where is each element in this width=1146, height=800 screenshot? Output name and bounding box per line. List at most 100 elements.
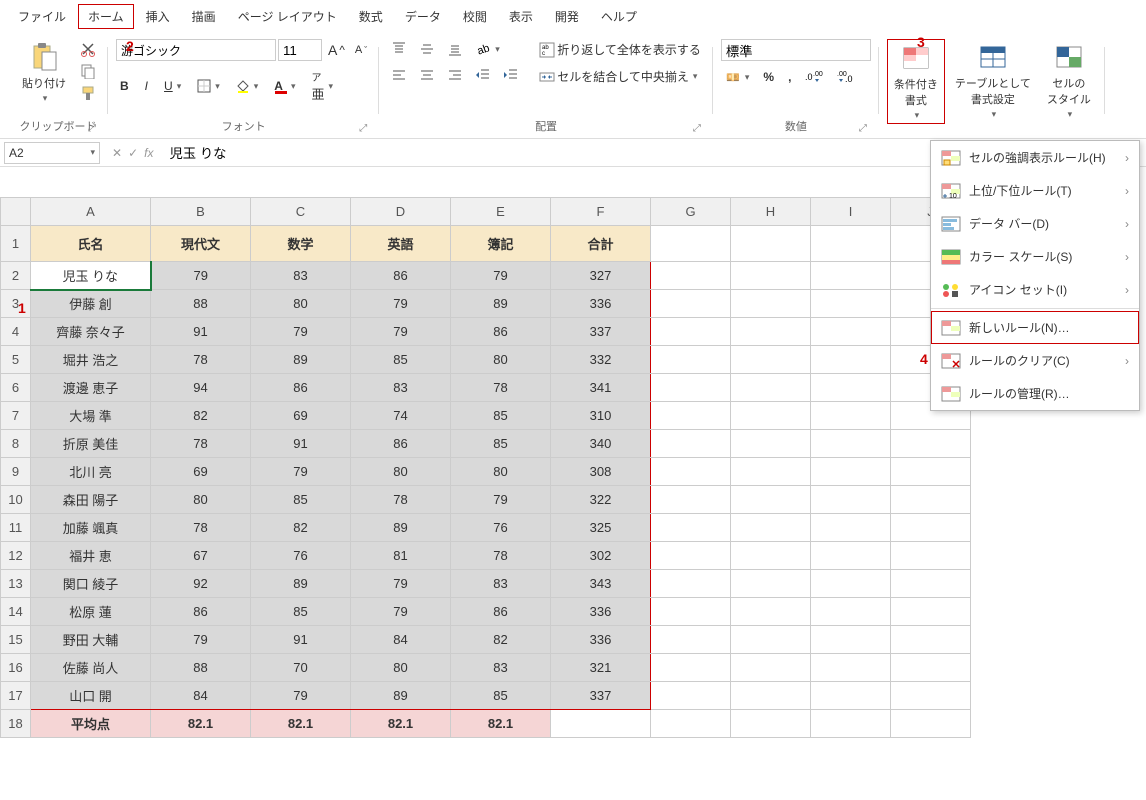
cell[interactable]: 北川 亮 bbox=[31, 458, 151, 486]
align-right-button[interactable] bbox=[443, 65, 467, 85]
row-header-2[interactable]: 2 bbox=[1, 262, 31, 290]
font-name-combo[interactable] bbox=[116, 39, 276, 61]
menu-item-clear[interactable]: ルールのクリア(C)› bbox=[931, 344, 1139, 377]
cell[interactable]: 79 bbox=[351, 290, 451, 318]
cell[interactable]: 91 bbox=[151, 318, 251, 346]
percent-button[interactable]: % bbox=[759, 68, 778, 86]
cell[interactable]: 85 bbox=[251, 486, 351, 514]
row-header-3[interactable]: 3 bbox=[1, 290, 31, 318]
row-header-18[interactable]: 18 bbox=[1, 710, 31, 738]
merge-center-button[interactable]: セルを結合して中央揃え▾ bbox=[535, 66, 705, 87]
cell[interactable]: 82 bbox=[251, 514, 351, 542]
row-header-5[interactable]: 5 bbox=[1, 346, 31, 374]
menu-ヘルプ[interactable]: ヘルプ bbox=[591, 4, 647, 29]
cell[interactable]: 308 bbox=[551, 458, 651, 486]
cell[interactable]: 89 bbox=[251, 570, 351, 598]
wrap-text-button[interactable]: abc 折り返して全体を表示する bbox=[535, 39, 705, 60]
cell[interactable]: 302 bbox=[551, 542, 651, 570]
menu-挿入[interactable]: 挿入 bbox=[136, 4, 180, 29]
fx-icon[interactable]: fx bbox=[144, 146, 153, 160]
italic-button[interactable]: I bbox=[141, 77, 152, 95]
cell[interactable]: 340 bbox=[551, 430, 651, 458]
row-header-17[interactable]: 17 bbox=[1, 682, 31, 710]
cell[interactable]: 85 bbox=[451, 430, 551, 458]
cell[interactable]: 大場 準 bbox=[31, 402, 151, 430]
avg-cell[interactable]: 平均点 bbox=[31, 710, 151, 738]
row-header-8[interactable]: 8 bbox=[1, 430, 31, 458]
cell[interactable]: 80 bbox=[451, 458, 551, 486]
cell[interactable]: 79 bbox=[451, 262, 551, 290]
col-header-B[interactable]: B bbox=[151, 198, 251, 226]
cell[interactable]: 85 bbox=[451, 682, 551, 710]
cell[interactable]: 79 bbox=[251, 318, 351, 346]
col-header-F[interactable]: F bbox=[551, 198, 651, 226]
cell[interactable]: 86 bbox=[351, 430, 451, 458]
cell[interactable]: 321 bbox=[551, 654, 651, 682]
cell[interactable]: 82 bbox=[451, 626, 551, 654]
table-header-cell[interactable]: 数学 bbox=[251, 226, 351, 262]
avg-cell[interactable]: 82.1 bbox=[151, 710, 251, 738]
avg-cell[interactable]: 82.1 bbox=[351, 710, 451, 738]
cell[interactable]: 89 bbox=[451, 290, 551, 318]
decrease-indent-button[interactable] bbox=[471, 65, 495, 85]
cell[interactable]: 齊藤 奈々子 bbox=[31, 318, 151, 346]
menu-データ[interactable]: データ bbox=[395, 4, 451, 29]
cell[interactable]: 343 bbox=[551, 570, 651, 598]
col-header-D[interactable]: D bbox=[351, 198, 451, 226]
select-all-corner[interactable] bbox=[1, 198, 31, 226]
menu-item-databar[interactable]: データ バー(D)› bbox=[931, 207, 1139, 240]
menu-開発[interactable]: 開発 bbox=[545, 4, 589, 29]
cell[interactable]: 341 bbox=[551, 374, 651, 402]
cell[interactable]: 79 bbox=[351, 570, 451, 598]
cell[interactable]: 79 bbox=[151, 262, 251, 290]
cell[interactable]: 74 bbox=[351, 402, 451, 430]
cell[interactable]: 伊藤 創 bbox=[31, 290, 151, 318]
cell[interactable]: 野田 大輔 bbox=[31, 626, 151, 654]
row-header-12[interactable]: 12 bbox=[1, 542, 31, 570]
row-header-9[interactable]: 9 bbox=[1, 458, 31, 486]
cell[interactable]: 83 bbox=[351, 374, 451, 402]
row-header-11[interactable]: 11 bbox=[1, 514, 31, 542]
font-size-combo[interactable] bbox=[278, 39, 322, 61]
cell[interactable]: 79 bbox=[351, 318, 451, 346]
paste-button[interactable]: 貼り付け ▾ bbox=[16, 39, 72, 106]
increase-decimal-button[interactable]: .0.00 bbox=[801, 68, 827, 86]
underline-button[interactable]: U▾ bbox=[160, 77, 185, 95]
cell[interactable]: 84 bbox=[151, 682, 251, 710]
cell[interactable]: 関口 綾子 bbox=[31, 570, 151, 598]
cell[interactable]: 92 bbox=[151, 570, 251, 598]
table-header-cell[interactable]: 現代文 bbox=[151, 226, 251, 262]
orientation-button[interactable]: ab▾ bbox=[471, 39, 504, 59]
cell[interactable]: 89 bbox=[351, 514, 451, 542]
cancel-formula-icon[interactable]: ✕ bbox=[112, 146, 122, 160]
cell[interactable]: 山口 開 bbox=[31, 682, 151, 710]
menu-item-manage[interactable]: ルールの管理(R)… bbox=[931, 377, 1139, 410]
cell[interactable]: 折原 美佳 bbox=[31, 430, 151, 458]
cell[interactable]: 79 bbox=[251, 682, 351, 710]
border-button[interactable]: ▾ bbox=[193, 77, 224, 95]
cell[interactable]: 83 bbox=[451, 570, 551, 598]
bold-button[interactable]: B bbox=[116, 77, 133, 95]
cell[interactable]: 80 bbox=[451, 346, 551, 374]
cell[interactable]: 80 bbox=[351, 458, 451, 486]
format-as-table-button[interactable]: テーブルとして 書式設定▾ bbox=[949, 39, 1037, 122]
menu-item-topbottom[interactable]: 10上位/下位ルール(T)› bbox=[931, 174, 1139, 207]
align-expand[interactable]: ⤢ bbox=[693, 123, 701, 134]
cell[interactable]: 76 bbox=[251, 542, 351, 570]
cell[interactable]: 78 bbox=[451, 374, 551, 402]
cell[interactable]: 児玉 りな bbox=[31, 262, 151, 290]
menu-描画[interactable]: 描画 bbox=[182, 4, 226, 29]
cell[interactable]: 78 bbox=[151, 346, 251, 374]
cell[interactable]: 325 bbox=[551, 514, 651, 542]
col-header-A[interactable]: A bbox=[31, 198, 151, 226]
cell[interactable]: 86 bbox=[351, 262, 451, 290]
cell[interactable]: 79 bbox=[151, 626, 251, 654]
cell[interactable]: 78 bbox=[151, 430, 251, 458]
cell[interactable]: 80 bbox=[351, 654, 451, 682]
cell[interactable]: 渡邊 恵子 bbox=[31, 374, 151, 402]
cell[interactable]: 88 bbox=[151, 654, 251, 682]
cell[interactable]: 堀井 浩之 bbox=[31, 346, 151, 374]
align-middle-button[interactable] bbox=[415, 39, 439, 59]
col-header-E[interactable]: E bbox=[451, 198, 551, 226]
cell[interactable]: 327 bbox=[551, 262, 651, 290]
